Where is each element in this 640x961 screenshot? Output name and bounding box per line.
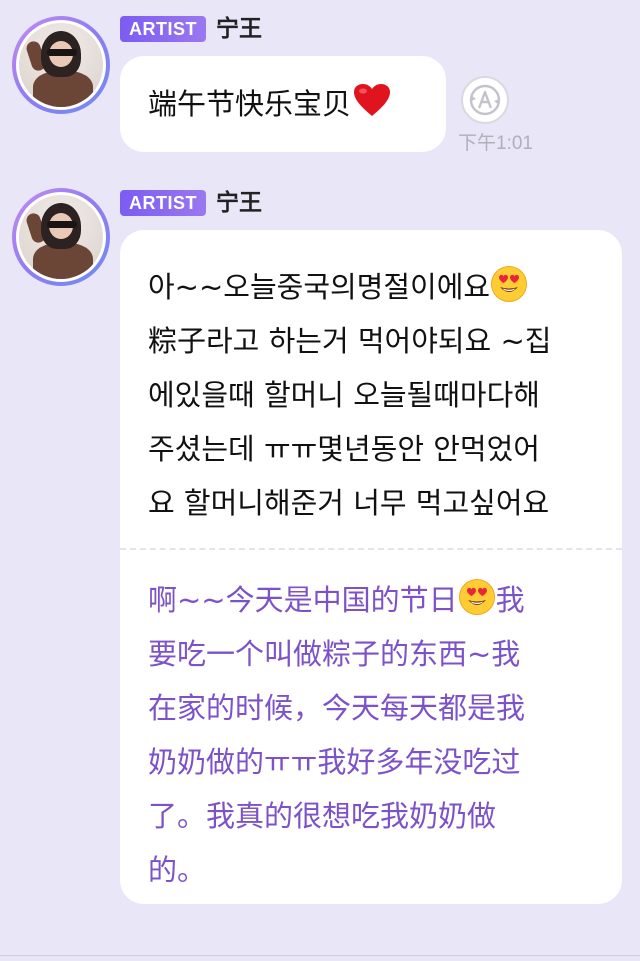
bottom-divider (0, 955, 640, 956)
message-time: 下午1:01 (458, 133, 533, 154)
original-line: 아~~오늘중국의명절이에요 (148, 270, 491, 304)
translation-divider (120, 548, 622, 550)
translation-line: 的。 (148, 853, 207, 887)
translated-message: 啊~~今天是中国的节日 我 要吃一个叫做粽子的东西~我 在家的时候，今天每天都是我… (148, 573, 588, 897)
message-bubble[interactable]: 端午节快乐宝贝 (120, 56, 446, 152)
translation-line: 啊~~今天是中国的节日 (148, 583, 458, 617)
avatar[interactable] (12, 16, 110, 114)
translate-icon (469, 84, 501, 116)
translate-button[interactable] (461, 76, 509, 124)
sender-name[interactable]: 宁王 (216, 190, 262, 216)
translation-line: 奶奶做的ㅠㅠ我好多年没吃过 (148, 745, 521, 779)
message-text: 端午节快乐宝贝 (148, 87, 352, 121)
translation-line: 我 (495, 583, 525, 617)
message-bubble[interactable]: 아~~오늘중국의명절이에요 粽子라고 하는거 먹어야되요 ~집 에있을때 할머니… (120, 230, 622, 904)
original-line: 에있을때 할머니 오늘될때마다해 (148, 378, 540, 412)
original-message: 아~~오늘중국의명절이에요 粽子라고 하는거 먹어야되요 ~집 에있을때 할머니… (148, 260, 608, 530)
avatar[interactable] (12, 188, 110, 286)
artist-badge: ARTIST (120, 190, 206, 216)
avatar-photo (19, 195, 103, 279)
original-line: 粽子라고 하는거 먹어야되요 ~집 (148, 324, 552, 358)
artist-badge: ARTIST (120, 16, 206, 42)
heart-emoji (353, 83, 391, 117)
translation-line: 了。我真的很想吃我奶奶做 (148, 799, 497, 833)
heart-eyes-emoji (490, 265, 528, 303)
avatar-photo (19, 23, 103, 107)
original-line: 주셨는데 ㅠㅠ몇년동안 안먹었어 (148, 432, 540, 466)
translation-line: 要吃一个叫做粽子的东西~我 (148, 637, 521, 671)
sender-name[interactable]: 宁王 (216, 16, 262, 42)
translation-line: 在家的时候，今天每天都是我 (148, 691, 526, 725)
original-line: 요 할머니해준거 너무 먹고싶어요 (148, 486, 550, 520)
heart-eyes-emoji (458, 578, 496, 616)
